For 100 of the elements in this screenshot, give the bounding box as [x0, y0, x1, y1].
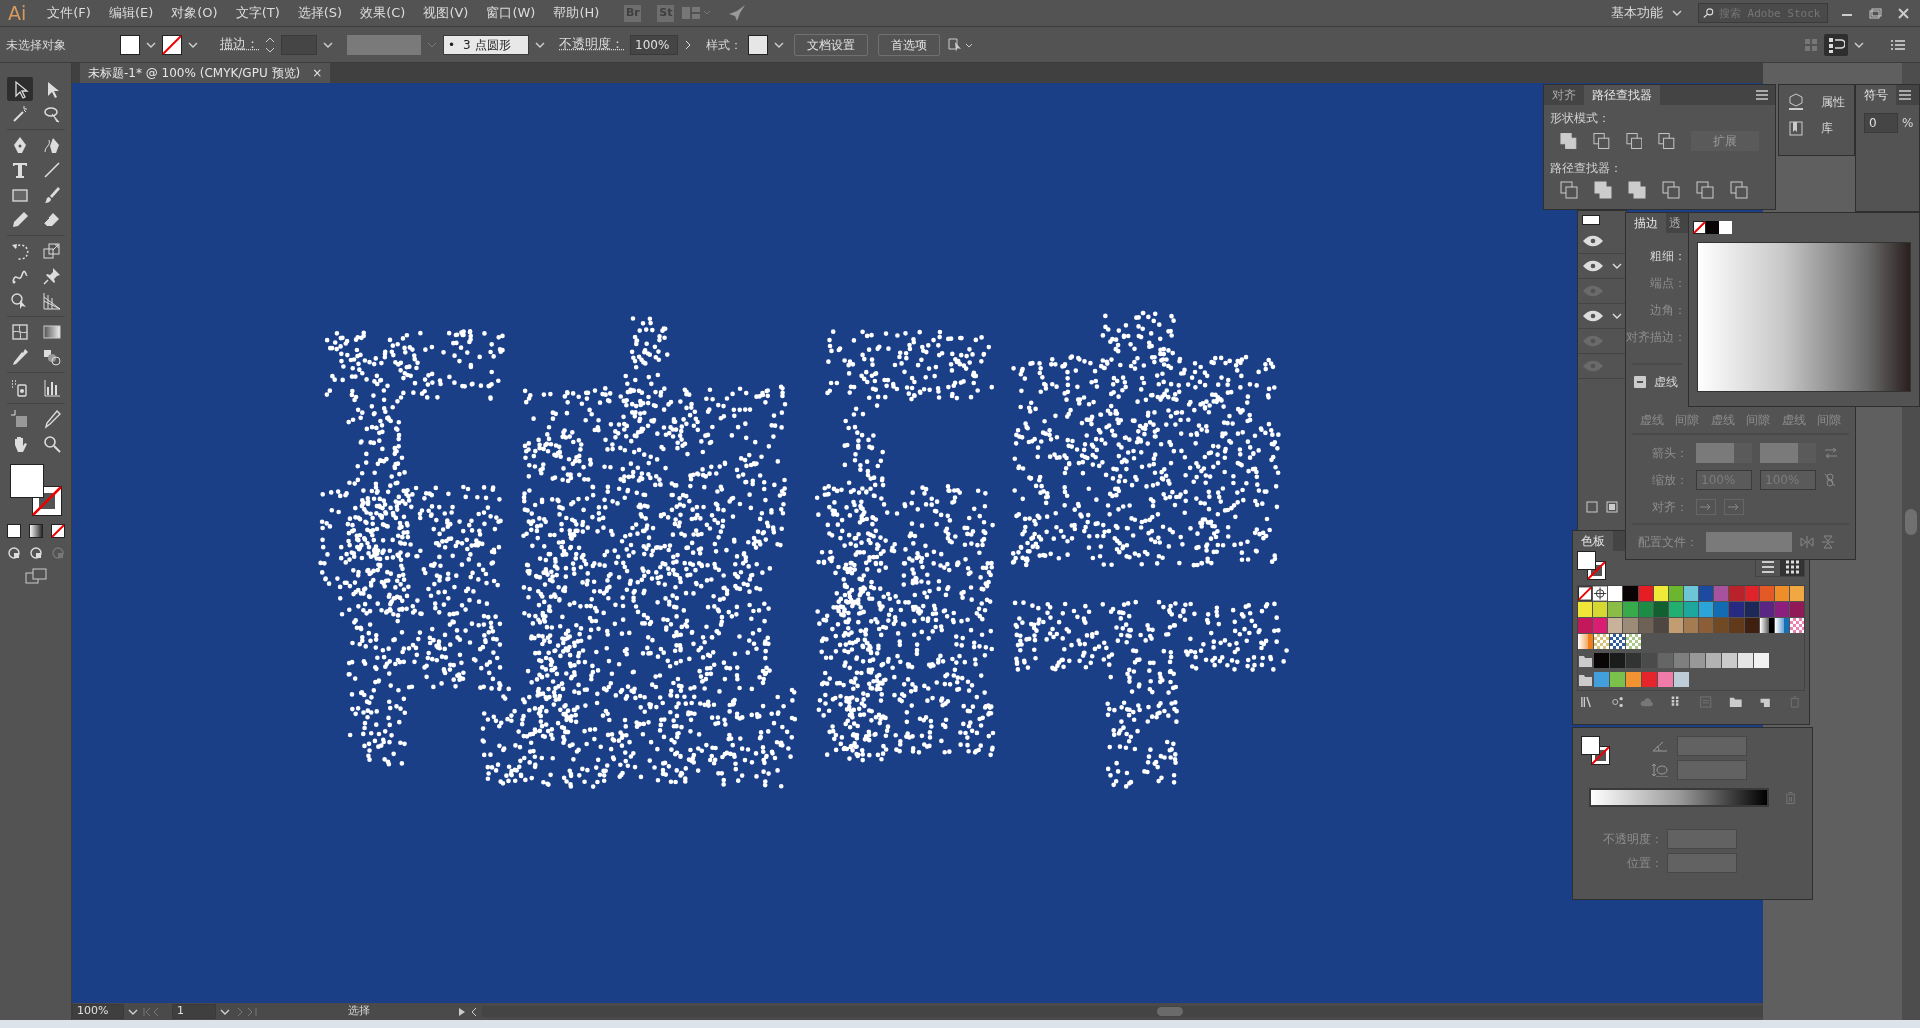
menu-item[interactable]: 编辑(E) [99, 3, 163, 23]
chevron-down-icon[interactable] [535, 41, 545, 48]
color-swatch[interactable] [1674, 653, 1689, 668]
flip-vertical-icon[interactable] [1822, 534, 1834, 549]
gradient-preview-bar[interactable] [1589, 788, 1769, 807]
panel-tab[interactable]: 路径查找器 [1584, 85, 1660, 105]
panel-menu-icon[interactable] [1755, 90, 1769, 100]
color-swatch[interactable] [1608, 602, 1623, 617]
align-start-icon[interactable] [1696, 498, 1716, 515]
color-swatch[interactable] [1722, 653, 1737, 668]
color-swatch[interactable] [1774, 586, 1789, 601]
color-swatch[interactable] [1594, 653, 1609, 668]
menu-item[interactable]: 文字(T) [226, 3, 289, 23]
color-swatch[interactable] [1626, 653, 1641, 668]
link-icon[interactable] [1824, 472, 1836, 487]
color-swatch[interactable] [1754, 653, 1769, 668]
color-swatch[interactable] [1738, 653, 1753, 668]
menu-item[interactable]: 选择(S) [288, 3, 352, 23]
eye-icon[interactable] [1581, 235, 1605, 247]
divide-icon[interactable] [1560, 181, 1578, 199]
gradient-spectrum[interactable] [1697, 242, 1911, 392]
color-mode-button[interactable] [6, 524, 21, 538]
color-swatch[interactable] [1593, 602, 1608, 617]
chevron-right-icon[interactable] [684, 39, 692, 50]
arrange-button[interactable] [1824, 33, 1848, 56]
color-swatch[interactable] [1699, 602, 1714, 617]
fill-swatch[interactable] [120, 34, 140, 55]
outline-icon[interactable] [1696, 181, 1714, 199]
chevron-down-icon[interactable] [188, 41, 198, 48]
gradient-mode-button[interactable] [28, 524, 43, 538]
dashed-line-section[interactable]: 虚线 [1626, 373, 1686, 391]
play-icon[interactable] [458, 1006, 466, 1017]
color-swatch[interactable] [1653, 618, 1668, 633]
stroke-label[interactable]: 描边： [220, 35, 259, 54]
panel-tab[interactable]: 色板 [1573, 531, 1613, 551]
color-swatch[interactable] [1638, 586, 1653, 601]
color-swatch[interactable] [1578, 618, 1593, 633]
exclude-icon[interactable] [1658, 132, 1676, 150]
flip-horizontal-icon[interactable] [1800, 535, 1814, 548]
document-tab[interactable]: 未标题-1* @ 100% (CMYK/GPU 预览) [88, 64, 301, 82]
panel-tab[interactable]: 描边 [1626, 213, 1666, 233]
chevron-down-icon[interactable] [1854, 41, 1864, 48]
panel-tab[interactable]: 对齐 [1544, 85, 1584, 105]
menu-item[interactable]: 视图(V) [414, 3, 478, 23]
color-swatch[interactable] [1610, 672, 1625, 687]
color-swatch[interactable] [1684, 586, 1699, 601]
color-swatch[interactable] [1684, 602, 1699, 617]
menu-item[interactable]: 对象(O) [162, 3, 227, 23]
gradient-swatch[interactable] [1578, 634, 1593, 649]
pattern-swatch[interactable] [1610, 634, 1625, 649]
pattern-swatch[interactable] [1626, 634, 1641, 649]
horizontal-scrollbar[interactable] [482, 1006, 1763, 1017]
brush-dropdown[interactable]: • 3 点圆形 [443, 34, 529, 55]
color-swatch[interactable] [1593, 618, 1608, 633]
color-swatch[interactable] [1789, 586, 1805, 601]
color-swatch[interactable] [1674, 672, 1689, 687]
eye-icon[interactable] [1581, 260, 1605, 272]
none-mode-button[interactable] [50, 524, 65, 538]
screen-mode-icon[interactable] [24, 568, 47, 584]
color-swatch[interactable] [1714, 586, 1729, 601]
color-swatch[interactable] [1684, 618, 1699, 633]
minus-front-icon[interactable] [1592, 132, 1610, 150]
color-swatch[interactable] [1610, 653, 1625, 668]
color-swatch[interactable] [1594, 672, 1609, 687]
color-swatch[interactable] [1744, 602, 1759, 617]
panel-tab[interactable]: 符号 [1856, 85, 1896, 105]
link-nodes-icon[interactable] [1610, 695, 1624, 709]
menu-item[interactable]: 效果(C) [351, 3, 415, 23]
panel-menu-icon[interactable] [1898, 90, 1912, 100]
color-swatch[interactable] [1690, 653, 1705, 668]
color-swatch[interactable] [1759, 586, 1774, 601]
menu-item[interactable]: 窗口(W) [477, 3, 545, 23]
color-swatch[interactable] [1729, 618, 1744, 633]
stroke-weight-field[interactable] [281, 34, 317, 55]
draw-behind-icon[interactable] [28, 546, 43, 560]
registration-swatch[interactable] [1593, 586, 1608, 601]
draw-normal-icon[interactable] [6, 546, 21, 560]
clip-mask-icon[interactable] [1606, 501, 1618, 513]
color-swatch[interactable] [1658, 672, 1673, 687]
folder-icon[interactable] [1728, 695, 1742, 709]
unite-icon[interactable] [1560, 132, 1577, 150]
chevron-down-icon[interactable] [146, 41, 156, 48]
color-swatch[interactable] [1638, 618, 1653, 633]
opacity-field[interactable]: 100% [630, 34, 678, 55]
fill-color-swatch[interactable] [9, 464, 44, 498]
color-swatch[interactable] [1638, 602, 1653, 617]
chevron-down-icon[interactable] [1612, 263, 1622, 269]
color-swatch[interactable] [1729, 586, 1744, 601]
eye-icon[interactable] [1581, 310, 1605, 322]
menu-item[interactable]: 文件(F) [38, 3, 100, 23]
color-swatch[interactable] [1578, 602, 1593, 617]
folder-icon[interactable] [1578, 653, 1593, 668]
panel-shortcut[interactable]: 属性 [1779, 93, 1854, 111]
value-field[interactable]: 0 [1864, 113, 1898, 133]
opacity-label[interactable]: 不透明度： [559, 35, 624, 54]
none-swatch[interactable] [1578, 586, 1593, 601]
gradient-swatch[interactable] [1774, 618, 1789, 633]
crop-icon[interactable] [1662, 181, 1680, 199]
chevron-down-icon[interactable] [220, 1008, 230, 1015]
color-swatch[interactable] [1744, 586, 1759, 601]
